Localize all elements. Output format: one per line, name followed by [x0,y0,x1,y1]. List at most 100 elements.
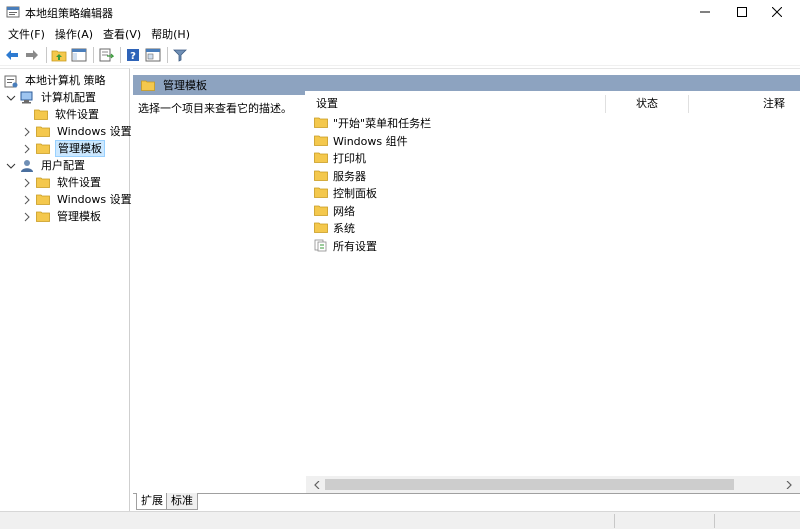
folder-icon [314,187,328,198]
help-button[interactable]: ? [124,46,142,64]
chevron-right-icon[interactable] [22,178,32,188]
list-item-label: 打印机 [333,151,366,165]
column-header-state[interactable]: 状态 [636,95,658,113]
up-folder-icon [51,50,67,62]
horizontal-scrollbar[interactable] [306,476,800,493]
column-divider[interactable] [688,95,689,113]
list-item[interactable]: "开始"菜单和任务栏 [314,114,431,131]
show-hide-tree-icon [71,48,87,62]
folder-icon [36,194,50,205]
tree-item-computer-windows-settings[interactable]: Windows 设置 [22,123,134,140]
folder-icon [314,152,328,163]
tree-item-computer-software-settings[interactable]: 软件设置 [34,106,101,123]
status-divider [714,514,715,528]
tree-item-label: Windows 设置 [57,193,132,206]
forward-button[interactable] [23,46,41,64]
column-header-comment[interactable]: 注释 [763,95,785,113]
folder-icon [34,109,48,120]
tree-item-label: Windows 设置 [57,125,132,138]
status-bar [0,511,800,529]
chevron-left-icon [313,480,319,489]
tab-standard[interactable]: 标准 [166,493,198,510]
column-header-setting[interactable]: 设置 [316,95,338,113]
view-tabs: 扩展 标准 [133,493,800,511]
folder-icon [36,126,50,137]
tree-item-label: 用户配置 [41,159,85,172]
filter-icon [173,49,187,62]
policy-icon [4,75,18,87]
folder-icon [314,222,328,233]
tree-item-label: 计算机配置 [41,91,96,104]
settings-list: 设置 状态 注释 "开始"菜单和任务栏 Windows 组件 打印机 服务器 控… [305,91,800,494]
list-item[interactable]: 打印机 [314,149,366,166]
list-item-label: 网络 [333,204,355,218]
scroll-thumb[interactable] [325,479,734,490]
list-item[interactable]: 服务器 [314,167,366,184]
details-header-title: 管理模板 [163,79,207,92]
list-item-label: 系统 [333,221,355,235]
computer-icon [20,91,33,104]
tree-item-user-windows-settings[interactable]: Windows 设置 [22,191,134,208]
description-text: 选择一个项目来查看它的描述。 [138,102,292,115]
list-item[interactable]: 网络 [314,202,355,219]
toolbar-separator [167,47,168,63]
folder-icon [36,177,50,188]
properties-button[interactable] [144,46,162,64]
back-button[interactable] [3,46,21,64]
toolbar-separator [93,47,94,63]
minimize-icon [700,11,710,13]
tree-item-user-software-settings[interactable]: 软件设置 [22,174,103,191]
chevron-right-icon[interactable] [22,144,32,154]
tree-item-user-config[interactable]: 用户配置 [6,157,87,174]
chevron-down-icon[interactable] [6,161,16,171]
list-item[interactable]: 系统 [314,219,355,236]
menu-action[interactable]: 操作(A) [50,25,98,44]
tree-item-label: 管理模板 [57,210,101,223]
export-list-icon [99,48,114,62]
close-button[interactable] [754,0,800,24]
export-list-button[interactable] [97,46,115,64]
maximize-icon [737,7,747,17]
scroll-right-button[interactable] [780,476,797,493]
list-item[interactable]: 所有设置 [314,237,377,254]
toolbar-separator [120,47,121,63]
status-divider [614,514,615,528]
tree-item-computer-admin-templates[interactable]: 管理模板 [22,140,105,157]
menu-bar: 文件(F) 操作(A) 查看(V) 帮助(H) [0,25,800,44]
show-hide-tree-button[interactable] [70,46,88,64]
filter-button[interactable] [171,46,189,64]
scroll-left-button[interactable] [308,476,325,493]
help-icon: ? [127,49,139,62]
forward-arrow-icon [26,50,38,60]
description-panel: 选择一个项目来查看它的描述。 [133,95,305,493]
tree-root-label: 本地计算机 策略 [25,74,106,87]
chevron-down-icon[interactable] [6,93,16,103]
properties-icon [145,48,161,62]
tree-item-label: 管理模板 [55,140,105,157]
chevron-right-icon[interactable] [22,212,32,222]
list-item-label: Windows 组件 [333,134,408,148]
title-bar: 本地组策略编辑器 [0,0,800,24]
chevron-right-icon[interactable] [22,127,32,137]
toolbar: ? [0,45,800,66]
tree-item-computer-config[interactable]: 计算机配置 [6,89,98,106]
menu-view[interactable]: 查看(V) [98,25,146,44]
folder-icon [36,143,50,154]
menu-help[interactable]: 帮助(H) [146,25,195,44]
list-item[interactable]: 控制面板 [314,184,377,201]
chevron-right-icon[interactable] [22,195,32,205]
back-arrow-icon [6,50,18,60]
tree-item-user-admin-templates[interactable]: 管理模板 [22,208,103,225]
tab-extended[interactable]: 扩展 [136,493,168,510]
tree-pane: 本地计算机 策略 计算机配置 软件设置 Windows 设置 管理模板 用户配置… [0,68,132,513]
toolbar-separator [46,47,47,63]
list-item[interactable]: Windows 组件 [314,132,408,149]
menu-file[interactable]: 文件(F) [3,25,50,44]
up-button[interactable] [50,46,68,64]
tree-root[interactable]: 本地计算机 策略 [4,72,108,89]
list-item-label: 所有设置 [333,239,377,253]
tree-item-label: 软件设置 [55,108,99,121]
close-icon [772,7,782,17]
column-divider[interactable] [605,95,606,113]
user-icon [21,160,33,172]
